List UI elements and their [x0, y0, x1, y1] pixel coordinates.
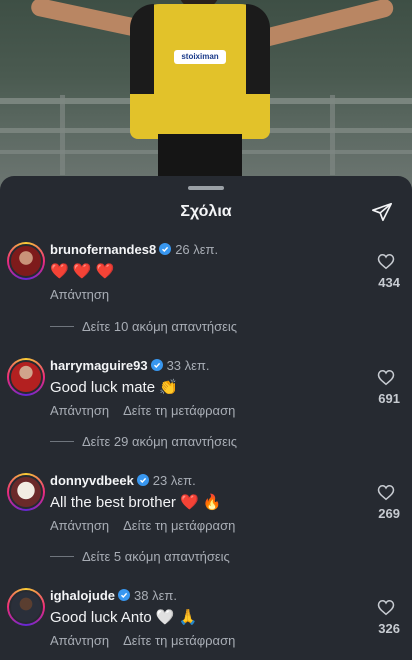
- avatar[interactable]: [7, 358, 45, 396]
- railing-post: [330, 95, 335, 175]
- shirt-trim: [130, 4, 154, 94]
- reply-button[interactable]: Απάντηση: [50, 403, 109, 418]
- view-more-replies[interactable]: Δείτε 5 ακόμη απαντήσεις: [50, 549, 230, 564]
- railing-post: [60, 95, 65, 175]
- post-media-photo: stoiximan: [0, 0, 412, 190]
- reply-button[interactable]: Απάντηση: [50, 633, 109, 648]
- comment-actions: Απάντηση Δείτε τη μετάφραση: [50, 633, 235, 648]
- translate-button[interactable]: Δείτε τη μετάφραση: [123, 633, 235, 648]
- divider-line: [50, 441, 74, 442]
- view-more-replies[interactable]: Δείτε 10 ακόμη απαντήσεις: [50, 319, 237, 334]
- translate-button[interactable]: Δείτε τη μετάφραση: [123, 518, 235, 533]
- comment-header: ighalojude 38 λεπ.: [50, 588, 177, 603]
- divider-line: [50, 556, 74, 557]
- username[interactable]: ighalojude: [50, 588, 115, 603]
- comment-time: 33 λεπ.: [166, 358, 210, 373]
- like-count: 326: [378, 621, 400, 636]
- view-more-replies-label[interactable]: Δείτε 10 ακόμη απαντήσεις: [82, 319, 237, 334]
- comment-text: Good luck Anto 🤍 🙏: [50, 609, 198, 626]
- like-heart-icon[interactable]: [377, 369, 395, 386]
- like-count: 691: [378, 391, 400, 406]
- like-heart-icon[interactable]: [377, 599, 395, 616]
- comment-text: ❤️ ❤️ ❤️: [50, 263, 115, 280]
- sheet-title: Σχόλια: [180, 203, 232, 220]
- comment-actions: Απάντηση: [50, 287, 109, 302]
- username[interactable]: donnyvdbeek: [50, 473, 134, 488]
- avatar[interactable]: [7, 242, 45, 280]
- avatar[interactable]: [7, 588, 45, 626]
- verified-badge-icon: [118, 589, 130, 601]
- shirt-trim: [246, 4, 270, 94]
- username[interactable]: harrymaguire93: [50, 358, 148, 373]
- view-more-replies-label[interactable]: Δείτε 29 ακόμη απαντήσεις: [82, 434, 237, 449]
- verified-badge-icon: [159, 243, 172, 255]
- reply-button[interactable]: Απάντηση: [50, 518, 109, 533]
- avatar[interactable]: [7, 473, 45, 511]
- username[interactable]: brunofernandes8: [50, 242, 156, 257]
- send-icon[interactable]: [371, 201, 393, 223]
- drag-handle[interactable]: [188, 186, 224, 190]
- like-heart-icon[interactable]: [377, 484, 395, 501]
- view-more-replies[interactable]: Δείτε 29 ακόμη απαντήσεις: [50, 434, 237, 449]
- comment-text: All the best brother ❤️ 🔥: [50, 494, 222, 511]
- reply-button[interactable]: Απάντηση: [50, 287, 109, 302]
- verified-badge-icon: [136, 474, 149, 486]
- translate-button[interactable]: Δείτε τη μετάφραση: [123, 403, 235, 418]
- player-arm: [254, 0, 396, 49]
- comment-header: harrymaguire93 33 λεπ.: [50, 358, 210, 373]
- comment-time: 23 λεπ.: [152, 473, 196, 488]
- comment-time: 38 λεπ.: [134, 588, 177, 603]
- comment-text: Good luck mate 👏: [50, 379, 178, 396]
- comment-header: donnyvdbeek 23 λεπ.: [50, 473, 196, 488]
- like-count: 434: [378, 275, 400, 290]
- comment-actions: Απάντηση Δείτε τη μετάφραση: [50, 518, 235, 533]
- like-count: 269: [378, 506, 400, 521]
- comments-sheet: Σχόλια brunofernandes8 26 λεπ. ❤️ ❤️ ❤️ Α…: [0, 176, 412, 660]
- like-heart-icon[interactable]: [377, 253, 395, 270]
- divider-line: [50, 326, 74, 327]
- comment-actions: Απάντηση Δείτε τη μετάφραση: [50, 403, 235, 418]
- verified-badge-icon: [150, 359, 163, 371]
- comment-header: brunofernandes8 26 λεπ.: [50, 242, 218, 257]
- comment-time: 26 λεπ.: [175, 242, 219, 257]
- view-more-replies-label[interactable]: Δείτε 5 ακόμη απαντήσεις: [82, 549, 230, 564]
- shirt-sponsor-logo: stoiximan: [174, 50, 226, 64]
